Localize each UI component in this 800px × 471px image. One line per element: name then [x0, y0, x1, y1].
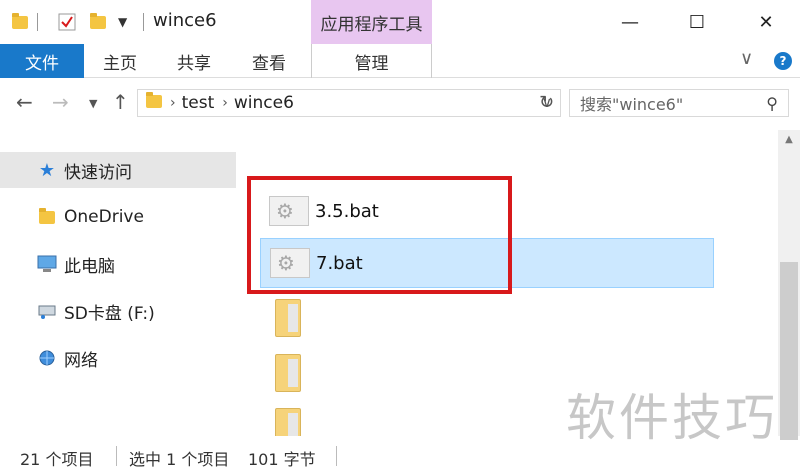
recent-locations-chevron-icon[interactable]: ▼: [89, 97, 97, 110]
scroll-thumb[interactable]: [780, 262, 798, 462]
folder-icon[interactable]: [275, 408, 301, 436]
network-icon: [36, 347, 58, 369]
title-bar: ▼ wince6 应用程序工具 — ☐ ✕: [0, 0, 800, 44]
status-size: 101 字节: [248, 450, 316, 469]
nav-item-label: 此电脑: [64, 256, 115, 277]
folder-icon[interactable]: [275, 354, 301, 392]
folder-icon: [146, 92, 162, 113]
nav-item-quick-access[interactable]: ★ 快速访问: [0, 152, 236, 188]
highlight-box: [247, 176, 512, 294]
computer-icon: [36, 253, 58, 275]
drive-icon: [36, 300, 58, 322]
back-arrow-icon[interactable]: ←: [16, 90, 33, 114]
breadcrumb-wince6[interactable]: wince6: [234, 93, 294, 113]
folder-icon[interactable]: [275, 299, 301, 337]
tab-view[interactable]: 查看: [252, 44, 286, 78]
nav-item-label: 网络: [64, 350, 98, 371]
forward-arrow-icon[interactable]: →: [52, 90, 69, 114]
window-title: wince6: [153, 10, 217, 31]
breadcrumb-test[interactable]: test: [182, 93, 215, 113]
star-icon: ★: [38, 159, 56, 181]
navigation-row: ← → ▼ ↑ › test › wince6 ∨ ↻ 搜索"wince6" ⚲: [0, 80, 800, 126]
customize-quick-access-icon[interactable]: ▼: [118, 10, 127, 34]
tab-share[interactable]: 共享: [177, 44, 211, 78]
folder-quick-icon[interactable]: [12, 10, 28, 34]
breadcrumb-separator-icon[interactable]: ›: [222, 95, 228, 111]
nav-item-onedrive[interactable]: OneDrive: [0, 199, 236, 235]
nav-item-network[interactable]: 网络: [0, 340, 236, 376]
separator: [143, 10, 144, 34]
separator: [116, 446, 117, 466]
separator: [37, 10, 38, 34]
status-bar: 21 个项目 选中 1 个项目 101 字节: [0, 440, 800, 471]
nav-item-label: SD卡盘 (F:): [64, 303, 155, 324]
ribbon-tabs: 文件 主页 共享 查看 管理: [0, 44, 800, 78]
expand-ribbon-chevron-icon[interactable]: ∨: [740, 48, 753, 69]
minimize-button[interactable]: —: [610, 8, 650, 36]
search-input[interactable]: 搜索"wince6" ⚲: [569, 89, 789, 117]
breadcrumb-separator-icon[interactable]: ›: [170, 95, 176, 111]
close-button[interactable]: ✕: [746, 8, 786, 36]
properties-quick-icon[interactable]: [58, 10, 76, 34]
maximize-button[interactable]: ☐: [677, 8, 717, 36]
tab-manage[interactable]: 管理: [311, 44, 432, 78]
scroll-up-arrow-icon[interactable]: ▲: [778, 134, 800, 148]
up-arrow-icon[interactable]: ↑: [112, 90, 129, 114]
tab-file[interactable]: 文件: [0, 44, 84, 78]
new-folder-quick-icon[interactable]: [90, 10, 106, 34]
refresh-icon[interactable]: ↻: [539, 92, 554, 113]
context-tab-app-tools: 应用程序工具: [311, 0, 432, 44]
separator: [336, 446, 337, 466]
nav-item-label: 快速访问: [64, 162, 132, 183]
status-selected: 选中 1 个项目: [129, 450, 230, 469]
nav-item-sd-drive[interactable]: SD卡盘 (F:): [0, 293, 236, 329]
navigation-pane: ★ 快速访问 OneDrive 此电脑 SD卡盘 (F:) 网络: [0, 136, 236, 436]
search-placeholder: 搜索"wince6": [580, 95, 684, 114]
nav-item-label: OneDrive: [64, 207, 144, 227]
tab-home[interactable]: 主页: [103, 44, 137, 78]
status-item-count: 21 个项目: [20, 450, 94, 469]
nav-item-this-pc[interactable]: 此电脑: [0, 246, 236, 282]
folder-icon: [36, 206, 58, 228]
help-icon[interactable]: ?: [774, 52, 792, 70]
vertical-scrollbar[interactable]: ▲: [778, 130, 800, 462]
search-icon[interactable]: ⚲: [766, 94, 778, 113]
address-bar[interactable]: › test › wince6 ∨: [137, 89, 561, 117]
